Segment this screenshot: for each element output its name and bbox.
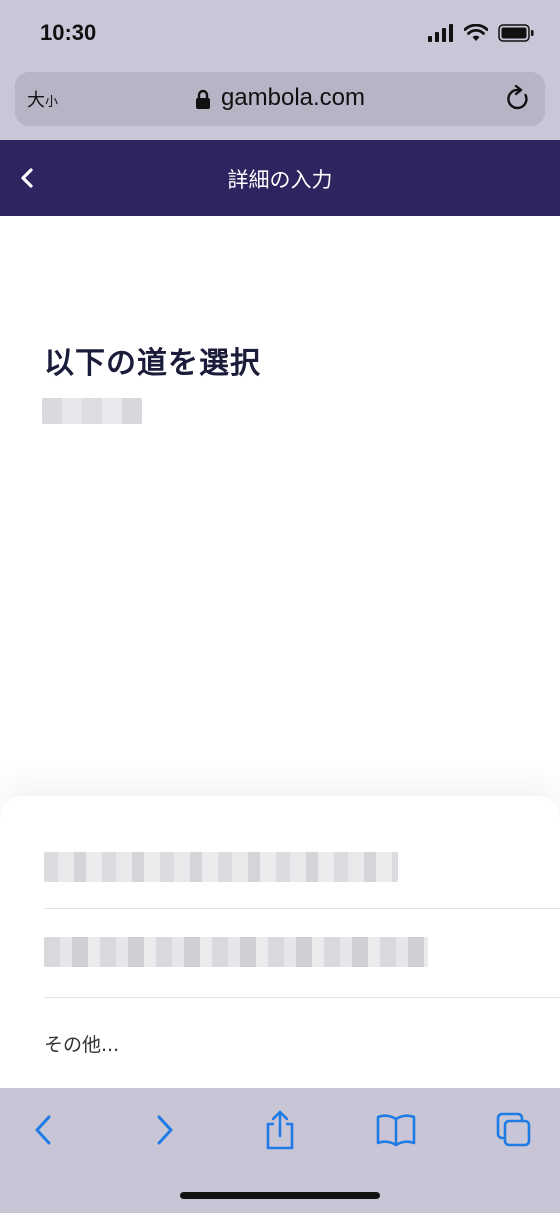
option-item-other[interactable]: その他... bbox=[44, 998, 560, 1078]
url-text: gambola.com bbox=[220, 84, 366, 111]
lock-icon bbox=[195, 89, 210, 109]
redacted-option-text bbox=[44, 852, 398, 882]
page-header: 詳細の入力 bbox=[0, 140, 560, 216]
redacted-subtext bbox=[42, 398, 142, 424]
chevron-left-icon bbox=[35, 1115, 51, 1145]
page-title: 詳細の入力 bbox=[227, 168, 333, 192]
home-indicator bbox=[180, 1192, 380, 1199]
section-heading: 以下の道を選択 bbox=[44, 346, 261, 381]
option-item-2[interactable] bbox=[44, 909, 560, 998]
option-item-1[interactable] bbox=[44, 826, 560, 909]
share-button[interactable] bbox=[260, 1110, 300, 1150]
status-time: 10:30 bbox=[40, 20, 97, 45]
back-button[interactable] bbox=[24, 1110, 64, 1150]
tabs-button[interactable] bbox=[494, 1110, 534, 1150]
wifi-icon bbox=[464, 24, 488, 41]
cellular-signal-icon bbox=[428, 24, 453, 42]
book-icon bbox=[376, 1114, 416, 1147]
reload-icon[interactable] bbox=[505, 85, 531, 113]
url-display[interactable]: gambola.com bbox=[15, 84, 545, 112]
status-icons bbox=[428, 24, 534, 42]
address-bar[interactable]: 大小 gambola.com bbox=[15, 72, 545, 126]
options-sheet: その他... bbox=[0, 796, 560, 1116]
share-icon bbox=[266, 1110, 294, 1150]
chevron-right-icon bbox=[157, 1115, 173, 1145]
status-bar: 10:30 大小 gambola.com bbox=[0, 0, 560, 140]
option-other-label: その他... bbox=[44, 1034, 120, 1056]
battery-icon bbox=[498, 24, 534, 42]
redacted-option-text bbox=[44, 937, 428, 967]
bookmarks-button[interactable] bbox=[376, 1110, 416, 1150]
tabs-icon bbox=[496, 1112, 531, 1147]
forward-button[interactable] bbox=[144, 1110, 184, 1150]
